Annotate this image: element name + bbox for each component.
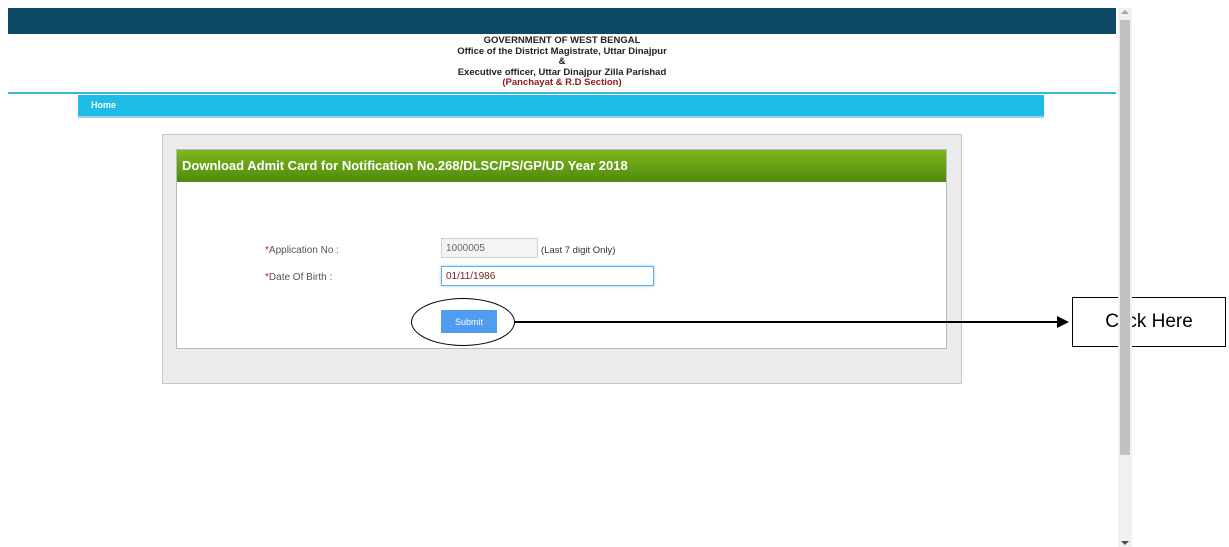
vertical-scrollbar[interactable] bbox=[1118, 8, 1132, 547]
header-section: (Panchayat & R.D Section) bbox=[502, 77, 622, 88]
application-no-label-text: Application No : bbox=[268, 245, 339, 256]
scrollbar-thumb[interactable] bbox=[1120, 20, 1130, 455]
form-title: Download Admit Card for Notification No.… bbox=[177, 150, 946, 182]
scroll-down-arrow-icon[interactable] bbox=[1121, 541, 1129, 545]
header-ampersand: & bbox=[558, 56, 566, 67]
nav-bar: Home bbox=[78, 95, 1044, 118]
application-no-input[interactable] bbox=[441, 238, 538, 258]
callout-label: Click Here bbox=[1072, 297, 1226, 347]
callout-ellipse bbox=[411, 298, 515, 346]
dob-input[interactable] bbox=[441, 266, 654, 286]
callout-arrow-line bbox=[515, 321, 1065, 323]
scroll-up-arrow-icon[interactable] bbox=[1121, 10, 1129, 14]
site-header: GOVERNMENT OF WEST BENGAL Office of the … bbox=[8, 34, 1116, 92]
header-government: GOVERNMENT OF WEST BENGAL bbox=[483, 35, 641, 46]
application-no-hint: (Last 7 digit Only) bbox=[541, 245, 616, 256]
nav-home-link[interactable]: Home bbox=[91, 100, 116, 110]
dob-label: *Date Of Birth : bbox=[265, 272, 332, 283]
header-divider bbox=[8, 92, 1116, 94]
top-banner-bar bbox=[8, 8, 1116, 34]
arrow-head-icon bbox=[1057, 316, 1069, 328]
dob-label-text: Date Of Birth : bbox=[268, 272, 333, 283]
application-no-label: *Application No : bbox=[265, 245, 339, 256]
